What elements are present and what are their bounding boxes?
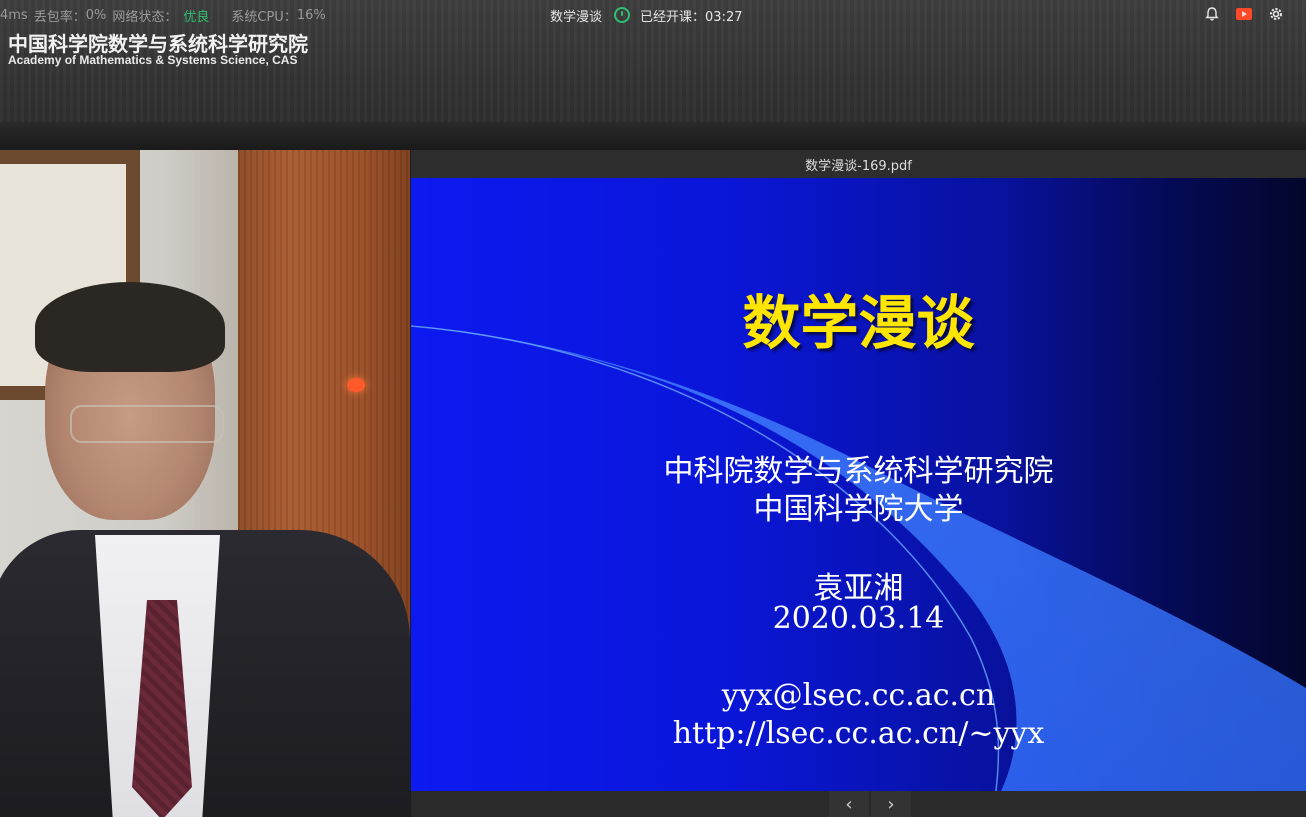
teacher-hair (35, 282, 225, 372)
org-name-en: Academy of Mathematics & Systems Science… (8, 53, 298, 67)
slide-homepage: http://lsec.cc.ac.cn/~yyx (672, 716, 1045, 751)
bell-icon[interactable] (1202, 4, 1222, 24)
status-bar: 4ms 丢包率： 0% 网络状态： 优良 系统CPU： 16% (0, 6, 326, 25)
slide-canvas: 数学漫谈 中科院数学与系统科学研究院 中国科学院大学 袁亚湘 2020.03.1… (411, 178, 1306, 791)
session-info: 数学漫谈 已经开课：03:27 (550, 5, 743, 25)
teacher-video[interactable] (0, 150, 410, 817)
document-filename: 数学漫谈-169.pdf (805, 158, 912, 174)
loss-label: 丢包率： (33, 9, 86, 25)
chalkboard-ledge (0, 122, 1306, 150)
session-title: 数学漫谈 (550, 9, 603, 25)
header-actions (1202, 4, 1286, 24)
clock-icon (614, 7, 631, 23)
slide-navigation: ‹ › (411, 791, 1306, 817)
gear-icon[interactable] (1266, 4, 1286, 24)
network-label: 网络状态： (112, 9, 178, 25)
slide-title: 数学漫谈 (742, 289, 975, 357)
chevron-right-icon: › (887, 793, 895, 815)
cpu-label: 系统CPU： (231, 9, 297, 25)
elapsed-time: 03:27 (705, 9, 743, 25)
classroom-header: 4ms 丢包率： 0% 网络状态： 优良 系统CPU： 16% 中国科学院数学与系统… (0, 0, 1306, 150)
glasses (70, 405, 224, 443)
cpu-value: 16% (296, 7, 326, 23)
slide-university: 中国科学院大学 (753, 492, 964, 527)
document-titlebar: 数学漫谈-169.pdf (411, 150, 1306, 178)
slide-date: 2020.03.14 (772, 601, 945, 636)
chevron-left-icon: ‹ (845, 793, 853, 815)
loss-value: 0% (85, 7, 107, 23)
network-status-value: 优良 (183, 9, 210, 25)
latency-value: 4ms (0, 7, 28, 23)
red-light (347, 378, 365, 392)
next-page-button[interactable]: › (871, 791, 911, 817)
prev-page-button[interactable]: ‹ (829, 791, 869, 817)
slide-email: yyx@lsec.cc.ac.cn (721, 678, 996, 713)
record-icon[interactable] (1234, 4, 1254, 24)
elapsed-label: 已经开课： (640, 9, 706, 25)
